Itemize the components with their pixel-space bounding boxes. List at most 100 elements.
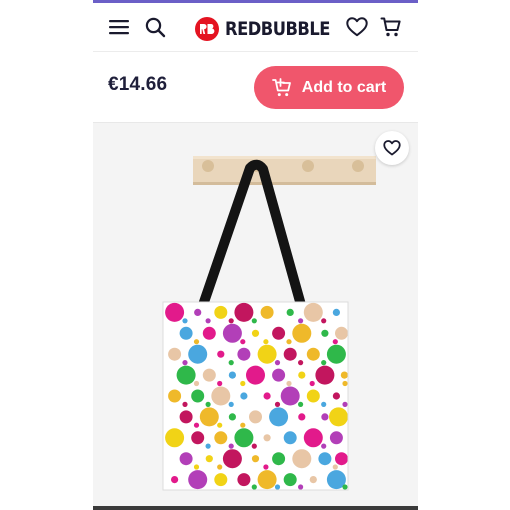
- product-image: [162, 156, 376, 491]
- polka-dot: [228, 371, 236, 379]
- polka-dot: [171, 476, 179, 484]
- polka-dot: [228, 413, 236, 421]
- polka-dot: [214, 305, 228, 319]
- polka-dot: [228, 318, 234, 324]
- polka-dot: [292, 449, 312, 469]
- polka-dot: [237, 473, 251, 487]
- polka-dot: [326, 344, 346, 364]
- polka-dot: [332, 464, 338, 470]
- polka-dot: [280, 386, 300, 406]
- polka-dot: [332, 392, 340, 400]
- polka-dot: [251, 443, 257, 449]
- polka-dot: [205, 318, 211, 324]
- polka-dot: [217, 350, 225, 358]
- polka-dot: [321, 401, 327, 407]
- bottom-edge: [93, 506, 418, 510]
- polka-dot: [191, 431, 205, 445]
- polka-dot: [165, 428, 185, 448]
- polka-dot: [234, 302, 254, 322]
- polka-dot: [321, 443, 327, 449]
- redbubble-logo[interactable]: REDBUBBLE: [195, 15, 347, 43]
- polka-dot: [298, 413, 306, 421]
- site-header: REDBUBBLE: [93, 3, 418, 52]
- polka-dot: [263, 464, 269, 470]
- polka-dot: [191, 389, 205, 403]
- polka-dot: [329, 407, 348, 427]
- polka-dot: [179, 452, 193, 466]
- polka-dot: [298, 401, 304, 407]
- polka-dot: [211, 386, 231, 406]
- favorite-heart-icon: [383, 140, 401, 156]
- polka-dot: [274, 484, 281, 490]
- polka-dot: [234, 428, 254, 448]
- polka-dot: [228, 443, 234, 449]
- polka-dot: [193, 464, 200, 470]
- polka-dot: [303, 302, 323, 322]
- polka-dot: [214, 431, 228, 445]
- polka-dot: [303, 428, 323, 448]
- product-price: €14.66: [108, 74, 168, 95]
- polka-dot: [332, 308, 340, 316]
- polka-dot: [194, 308, 202, 316]
- polka-dot: [237, 347, 251, 361]
- add-to-cart-button[interactable]: Add to cart: [254, 66, 404, 109]
- heart-icon[interactable]: [345, 15, 369, 39]
- cart-icon[interactable]: [379, 15, 403, 39]
- polka-dot: [193, 422, 200, 428]
- redbubble-logo-mark: [195, 17, 219, 41]
- polka-dot: [298, 484, 304, 490]
- polka-dot: [269, 407, 289, 427]
- polka-dot: [272, 452, 286, 466]
- favorite-button[interactable]: [375, 131, 409, 165]
- polka-dot: [309, 380, 315, 387]
- wall-rack: [193, 156, 376, 185]
- polka-dot: [335, 326, 348, 340]
- polka-dot: [335, 452, 348, 466]
- polka-dot: [202, 368, 216, 382]
- polka-dot: [286, 339, 292, 345]
- polka-dot: [306, 389, 320, 403]
- brand-name: REDBUBBLE: [225, 18, 330, 40]
- product-image-area[interactable]: [93, 123, 418, 510]
- polka-dot: [283, 347, 297, 361]
- polka-dot: [179, 326, 193, 340]
- polka-dot: [263, 339, 269, 345]
- polka-dot: [240, 422, 246, 428]
- polka-dot: [182, 360, 188, 366]
- polka-dot: [168, 389, 182, 403]
- polka-dot: [202, 326, 216, 340]
- polka-dot: [240, 339, 246, 345]
- polka-dot: [188, 470, 208, 490]
- polka-dot: [321, 329, 329, 337]
- add-to-cart-label: Add to cart: [301, 78, 387, 96]
- tote-bag-handle: [198, 159, 306, 307]
- menu-icon[interactable]: [107, 15, 131, 39]
- polka-dot: [182, 401, 188, 407]
- polka-dot: [193, 380, 200, 387]
- polka-dot: [222, 323, 242, 343]
- polka-dot: [205, 443, 211, 449]
- polka-dot: [263, 434, 271, 442]
- polka-dot: [199, 407, 219, 427]
- polka-dot: [342, 401, 348, 407]
- phone-screen: REDBUBBLE €14.66 Add to cart: [93, 0, 418, 510]
- polka-dot: [217, 380, 223, 387]
- tote-bag: [162, 301, 349, 491]
- polka-dot: [251, 318, 257, 324]
- polka-dot: [340, 371, 348, 379]
- polka-dot: [263, 392, 271, 400]
- polka-dot: [257, 344, 277, 364]
- add-cart-icon: [271, 77, 291, 96]
- polka-dot: [332, 339, 338, 345]
- search-icon[interactable]: [143, 15, 167, 39]
- polka-dot: [179, 410, 193, 424]
- polka-dot: [274, 401, 281, 407]
- polka-dot: [246, 365, 265, 385]
- polka-dot: [257, 470, 277, 490]
- polka-dot: [321, 413, 329, 421]
- polka-dot: [272, 368, 286, 382]
- polka-dot: [306, 347, 320, 361]
- polka-dot: [342, 484, 348, 490]
- polka-dot: [321, 360, 327, 366]
- polka-dot: [168, 347, 182, 361]
